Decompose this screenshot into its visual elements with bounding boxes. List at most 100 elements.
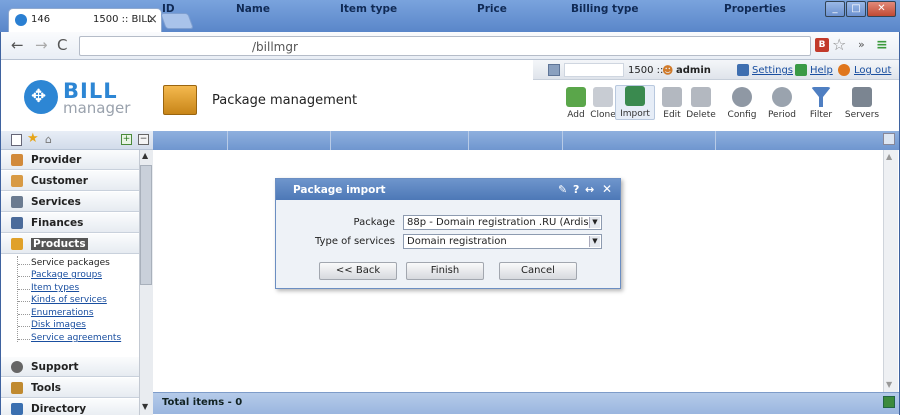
column-price[interactable]: Price [477,3,507,15]
column-billing-type[interactable]: Billing type [571,3,639,15]
sidebar-item-customer[interactable]: Customer [1,171,139,191]
reload-icon[interactable]: C [57,36,67,54]
forward-arrow-icon[interactable]: → [35,36,48,54]
logo-dots-icon: ✥ [31,86,47,107]
table-scroll-up-icon[interactable]: ▲ [886,152,892,161]
package-label: Package [353,217,395,228]
resize-icon[interactable]: ↔ [585,183,594,196]
package-select-value: 88p - Domain registration .RU (Ardis) [407,217,593,228]
package-select[interactable]: 88p - Domain registration .RU (Ardis) ▼ [403,215,602,230]
total-items: Total items - 0 [162,397,243,408]
sidebar-link-package-groups[interactable]: Package groups [31,270,102,280]
import-icon [625,86,645,106]
servers-icon [852,87,872,107]
config-icon [732,87,752,107]
column-name[interactable]: Name [236,3,270,15]
calculator-icon [548,64,560,76]
pin-icon[interactable]: ✎ [558,183,567,196]
url-text: /billmgr [252,40,298,54]
sidebar-item-support[interactable]: Support [1,357,139,377]
extension-icon[interactable]: B [815,38,829,52]
close-window-button[interactable]: ✕ [867,1,896,17]
sidebar-link-enumerations[interactable]: Enumerations [31,308,94,318]
dialog-title: Package import [293,184,386,196]
expand-all-icon[interactable]: + [121,134,132,145]
help-question-icon[interactable]: ? [573,183,579,196]
tree-line [17,256,18,342]
column-properties[interactable]: Properties [724,3,786,15]
new-tab-button[interactable] [160,13,194,29]
browser-tab[interactable]: 146 1500 :: BILL × [8,8,162,32]
directory-icon [11,403,23,415]
sidebar-link-disk-images[interactable]: Disk images [31,320,86,330]
settings-link[interactable]: Settings [752,65,793,76]
table-footer [153,392,899,414]
scroll-up-icon[interactable]: ▲ [142,151,148,160]
delete-button[interactable]: Delete [681,87,721,120]
type-of-services-select[interactable]: Domain registration ▼ [403,234,602,249]
sidebar-item-provider[interactable]: Provider [1,150,139,170]
sidebar-item-finances[interactable]: Finances [1,213,139,233]
browser-menu-icon[interactable]: ≡ [876,37,888,53]
package-icon [163,85,197,115]
export-icon[interactable] [883,396,895,408]
sidebar-scroll-thumb[interactable] [140,165,152,285]
back-arrow-icon[interactable]: ← [11,36,24,54]
products-icon [11,238,23,250]
table-scroll-down-icon[interactable]: ▼ [886,380,892,389]
sidebar-item-products[interactable]: Products [1,234,139,254]
user-icon: ☻ [662,64,674,77]
period-button[interactable]: Period [762,87,802,120]
delete-icon [691,87,711,107]
address-bar[interactable]: /billmgr [79,36,811,56]
type-of-services-label: Type of services [315,236,395,247]
column-item-type[interactable]: Item type [340,3,397,15]
sidebar-link-kinds-of-services[interactable]: Kinds of services [31,295,107,305]
help-icon [795,64,807,76]
finances-icon [11,217,23,229]
filter-button[interactable]: Filter [801,87,841,120]
edit-icon [662,87,682,107]
servers-button[interactable]: Servers [842,87,882,120]
sidebar-item-services[interactable]: Services [1,192,139,212]
sidebar-link-item-types[interactable]: Item types [31,283,79,293]
sidebar-link-service-agreements[interactable]: Service agreements [31,333,121,343]
help-link[interactable]: Help [810,65,833,76]
column-settings-icon[interactable] [883,133,895,145]
logout-icon [838,64,850,76]
sidebar-item-tools[interactable]: Tools [1,378,139,398]
clone-icon [593,87,613,107]
dialog-close-icon[interactable]: ✕ [602,182,612,196]
column-id[interactable]: ID [162,3,175,15]
logout-link[interactable]: Log out [854,65,891,76]
tab-close-icon[interactable]: × [147,12,158,27]
sidebar-item-directory[interactable]: Directory [1,399,139,415]
favorites-star-icon[interactable]: ★ [27,131,39,146]
clock-icon [772,87,792,107]
minimize-button[interactable]: _ [825,1,845,17]
quick-search-field[interactable] [564,63,624,77]
tab-prefix: 146 [31,14,51,25]
filter-icon [811,87,831,107]
back-button[interactable]: << Back [319,262,397,280]
logo-subtext: manager [63,99,131,117]
scroll-down-icon[interactable]: ▼ [142,402,148,411]
type-select-value: Domain registration [407,236,507,247]
config-button[interactable]: Config [722,87,762,120]
finish-button[interactable]: Finish [406,262,484,280]
home-icon[interactable]: ⌂ [45,133,52,146]
chevron-down-icon: ▼ [589,236,600,247]
list-view-icon[interactable] [11,134,22,146]
collapse-all-icon[interactable]: − [138,134,149,145]
import-button[interactable]: Import [615,85,655,120]
more-extensions-icon[interactable]: » [858,38,865,51]
sidebar-link-service-packages[interactable]: Service packages [31,258,110,268]
tools-icon [11,382,23,394]
session-count: 1500 :: [628,65,664,76]
bookmark-star-icon[interactable]: ☆ [832,35,846,54]
tab-title: 1500 :: BILL [93,14,153,25]
cancel-button[interactable]: Cancel [499,262,577,280]
maximize-button[interactable]: □ [846,1,866,17]
services-icon [11,196,23,208]
table-scrollbar[interactable] [883,150,898,392]
